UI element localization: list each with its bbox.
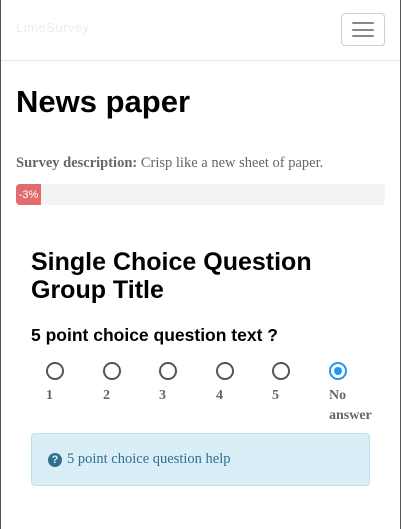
choice-label: 4 <box>216 388 223 403</box>
progress-bar: -3% <box>16 184 385 205</box>
radio-button[interactable] <box>159 362 177 380</box>
choice-option-2[interactable]: 2 <box>103 362 121 406</box>
hamburger-icon <box>352 28 374 31</box>
choice-option-1[interactable]: 1 <box>46 362 64 406</box>
choice-option-no-answer[interactable]: No answer <box>329 362 379 426</box>
hamburger-icon <box>352 22 374 24</box>
choice-label: 2 <box>103 388 110 403</box>
question-help-text: 5 point choice question help <box>67 451 231 467</box>
question-text: 5 point choice question text ? <box>31 325 278 345</box>
radio-button[interactable] <box>272 362 290 380</box>
survey-description: Survey description: Crisp like a new she… <box>16 155 323 172</box>
survey-description-label: Survey description: <box>16 155 138 171</box>
brand-logo[interactable]: LimeSurvey <box>16 20 90 35</box>
choice-option-5[interactable]: 5 <box>272 362 290 406</box>
hamburger-icon <box>352 35 374 37</box>
radio-button[interactable] <box>216 362 234 380</box>
choice-label: No answer <box>329 388 372 423</box>
navbar: LimeSurvey <box>1 0 400 61</box>
question-group-title: Single Choice Question Group Title <box>31 248 312 304</box>
choice-option-4[interactable]: 4 <box>216 362 234 406</box>
progress-fill: -3% <box>16 184 41 205</box>
survey-title: News paper <box>16 84 191 119</box>
choice-option-3[interactable]: 3 <box>159 362 177 406</box>
survey-description-text: Crisp like a new sheet of paper. <box>140 155 324 171</box>
choice-label: 3 <box>159 388 166 403</box>
radio-button[interactable] <box>46 362 64 380</box>
menu-toggle-button[interactable] <box>341 13 385 46</box>
radio-button-selected[interactable] <box>329 362 347 380</box>
question-circle-icon: ? <box>48 452 62 467</box>
question-help-box: ? 5 point choice question help <box>31 433 370 486</box>
radio-button[interactable] <box>103 362 121 380</box>
choice-label: 1 <box>46 388 53 403</box>
choice-label: 5 <box>272 388 279 403</box>
